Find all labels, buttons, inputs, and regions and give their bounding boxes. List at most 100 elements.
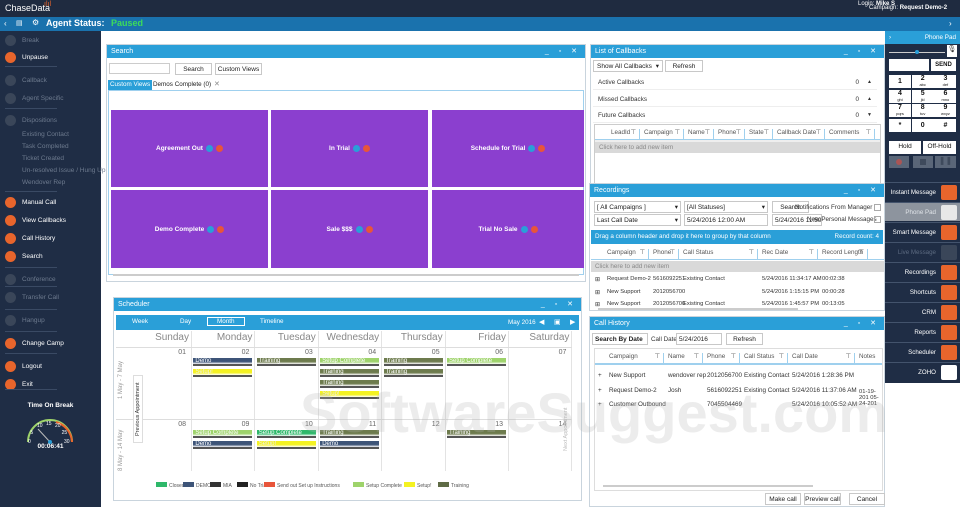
view-day-button[interactable]: Day: [180, 318, 191, 325]
sidebar-item-view-callbacks[interactable]: View Callbacks: [22, 217, 66, 224]
preview-call-button[interactable]: Preview call: [804, 493, 841, 505]
key-hash[interactable]: #: [934, 118, 957, 132]
view-timeline-button[interactable]: Timeline: [260, 318, 284, 325]
key-7[interactable]: 7 pqrs: [889, 104, 911, 117]
gear-icon[interactable]: ⚙: [32, 18, 39, 27]
filter-icon[interactable]: ⊤: [670, 249, 676, 256]
search-input[interactable]: [109, 63, 170, 74]
sidebar-item-call-history[interactable]: Call History: [22, 235, 55, 242]
column-header-comments[interactable]: Comments ⊤: [827, 129, 875, 139]
chevron-up-icon[interactable]: ▲: [867, 96, 872, 102]
key-0[interactable]: 0: [911, 118, 934, 132]
right-menu-shortcuts[interactable]: Shortcuts: [885, 282, 960, 301]
right-menu-phone-pad[interactable]: Phone Pad: [885, 202, 960, 221]
horizontal-scrollbar[interactable]: [603, 485, 813, 487]
view-tile-trial-no-sale[interactable]: Trial No Sale: [432, 190, 584, 268]
sidebar-item-dispositions[interactable]: Dispositions: [22, 117, 57, 124]
filter-icon[interactable]: ⊤: [655, 353, 661, 360]
chevron-down-icon[interactable]: ▼: [867, 112, 872, 118]
filter-icon[interactable]: ⊤: [866, 129, 872, 136]
right-menu-zoho[interactable]: ZOHO: [885, 362, 960, 381]
view-tile-demo-complete[interactable]: Demo Complete: [111, 190, 268, 268]
queue-icon[interactable]: ▤: [16, 19, 23, 27]
window-controls-icon[interactable]: _ ▫ ✕: [844, 47, 880, 55]
appointment[interactable]: Training: [256, 358, 316, 366]
cancel-button[interactable]: Cancel: [849, 493, 885, 505]
key-4[interactable]: 4 ghi: [889, 89, 911, 103]
delete-icon[interactable]: [530, 225, 538, 233]
key-8[interactable]: 8 tuv: [911, 104, 934, 117]
filter-icon[interactable]: ⊤: [816, 129, 822, 136]
add-new-item-row[interactable]: Click here to add new item: [595, 142, 880, 153]
filter-icon[interactable]: ⊤: [731, 353, 737, 360]
column-header-record-length[interactable]: Record Length ⊤: [820, 249, 868, 259]
filter-icon[interactable]: ⊤: [846, 353, 852, 360]
key-5[interactable]: 5 jkl: [911, 89, 934, 103]
record-button[interactable]: [889, 156, 909, 168]
next-period-icon[interactable]: ▶: [570, 318, 575, 326]
column-header-call-status[interactable]: Call Status ⊤: [742, 353, 788, 363]
tab-demos-complete[interactable]: Demos Complete (0): [153, 81, 211, 88]
column-header-state[interactable]: State ⊤: [747, 129, 773, 139]
personal-messages-checkbox[interactable]: [874, 216, 881, 223]
microphone-icon[interactable]: 🎙: [947, 45, 957, 57]
appointment[interactable]: Training: [383, 358, 443, 366]
filter-icon[interactable]: ⊤: [675, 129, 681, 136]
delete-icon[interactable]: [215, 145, 223, 152]
column-header-name[interactable]: Name ⊤: [686, 129, 714, 139]
horizontal-scrollbar[interactable]: [113, 274, 579, 276]
callbacks-refresh-button[interactable]: Refresh: [665, 60, 703, 72]
date-cell[interactable]: 03: [255, 349, 313, 356]
key-3[interactable]: 3 def: [934, 75, 957, 88]
window-controls-icon[interactable]: _ ▫ ✕: [844, 186, 880, 194]
sidebar-item-manual-call[interactable]: Manual Call: [22, 199, 56, 206]
column-header-rec-date[interactable]: Rec Date ⊤: [760, 249, 818, 259]
send-button[interactable]: SEND: [931, 59, 956, 71]
download-icon[interactable]: [355, 225, 363, 233]
date-cell[interactable]: 05: [382, 349, 440, 356]
date-cell[interactable]: 07: [508, 349, 567, 356]
table-row[interactable]: ⊞ New Support 2012056700 5/24/2016 1:15:15 …: [591, 289, 884, 300]
callbacks-filter-select[interactable]: Show All Callbacks ▾: [593, 60, 663, 72]
view-tile-agreement-out[interactable]: Agreement Out: [111, 110, 268, 187]
download-icon[interactable]: [520, 225, 528, 233]
right-menu-recordings[interactable]: Recordings: [885, 262, 960, 281]
campaign-filter-select[interactable]: [ All Campaigns ] ▾: [594, 201, 681, 213]
callback-group-future-callbacks[interactable]: Future Callbacks 0 ▼: [593, 108, 877, 123]
sidebar-item-change-camp[interactable]: Change Camp: [22, 340, 64, 347]
appointment[interactable]: Demo: [193, 441, 253, 449]
hold-button[interactable]: Hold: [889, 141, 921, 154]
view-week-button[interactable]: Week: [132, 318, 148, 325]
expand-icon[interactable]: ⊞: [595, 289, 600, 296]
column-header-callback-date[interactable]: Callback Date ⊤: [775, 129, 825, 139]
download-icon[interactable]: [352, 145, 360, 152]
filter-icon[interactable]: ⊤: [749, 249, 755, 256]
tab-custom-views[interactable]: Custom Views: [108, 80, 153, 90]
chevron-up-icon[interactable]: ▲: [867, 79, 872, 85]
filter-icon[interactable]: ⊤: [631, 129, 637, 136]
dial-input[interactable]: [889, 59, 929, 71]
date-type-select[interactable]: Last Call Date ▾: [594, 214, 681, 226]
sidebar-item-hangup[interactable]: Hangup: [22, 317, 45, 324]
appointment[interactable]: Training: [383, 369, 443, 377]
sidebar-item-ticket-created[interactable]: Ticket Created: [22, 155, 64, 162]
prev-period-icon[interactable]: ◀: [539, 318, 544, 326]
appointment[interactable]: Setup Complete: [320, 358, 380, 366]
table-row[interactable]: ⊞ New Support 2012056700 Existing Contact 5/…: [591, 301, 884, 312]
date-cell[interactable]: 06: [445, 349, 503, 356]
table-row[interactable]: ⊞ Request Demo-2 5616092251 Existing Contac…: [591, 276, 884, 287]
date-cell[interactable]: 02: [191, 349, 250, 356]
column-header-call-date[interactable]: Call Date ⊤: [790, 353, 855, 363]
make-call-button[interactable]: Make call: [765, 493, 801, 505]
delete-icon[interactable]: [538, 145, 546, 152]
view-tile-sale[interactable]: Sale $$$: [271, 190, 428, 268]
date-cell[interactable]: 09: [191, 421, 250, 428]
right-menu-smart-message[interactable]: Smart Message: [885, 222, 960, 241]
delete-icon[interactable]: [362, 145, 370, 152]
key-1[interactable]: 1: [889, 75, 911, 88]
window-controls-icon[interactable]: _ ▫ ✕: [541, 300, 577, 308]
search-button[interactable]: Search: [175, 63, 212, 75]
view-month-button[interactable]: Month: [207, 317, 245, 326]
call-history-refresh-button[interactable]: Refresh: [726, 333, 763, 345]
sidebar-item-wendover-rep[interactable]: Wendover Rep: [22, 179, 65, 186]
